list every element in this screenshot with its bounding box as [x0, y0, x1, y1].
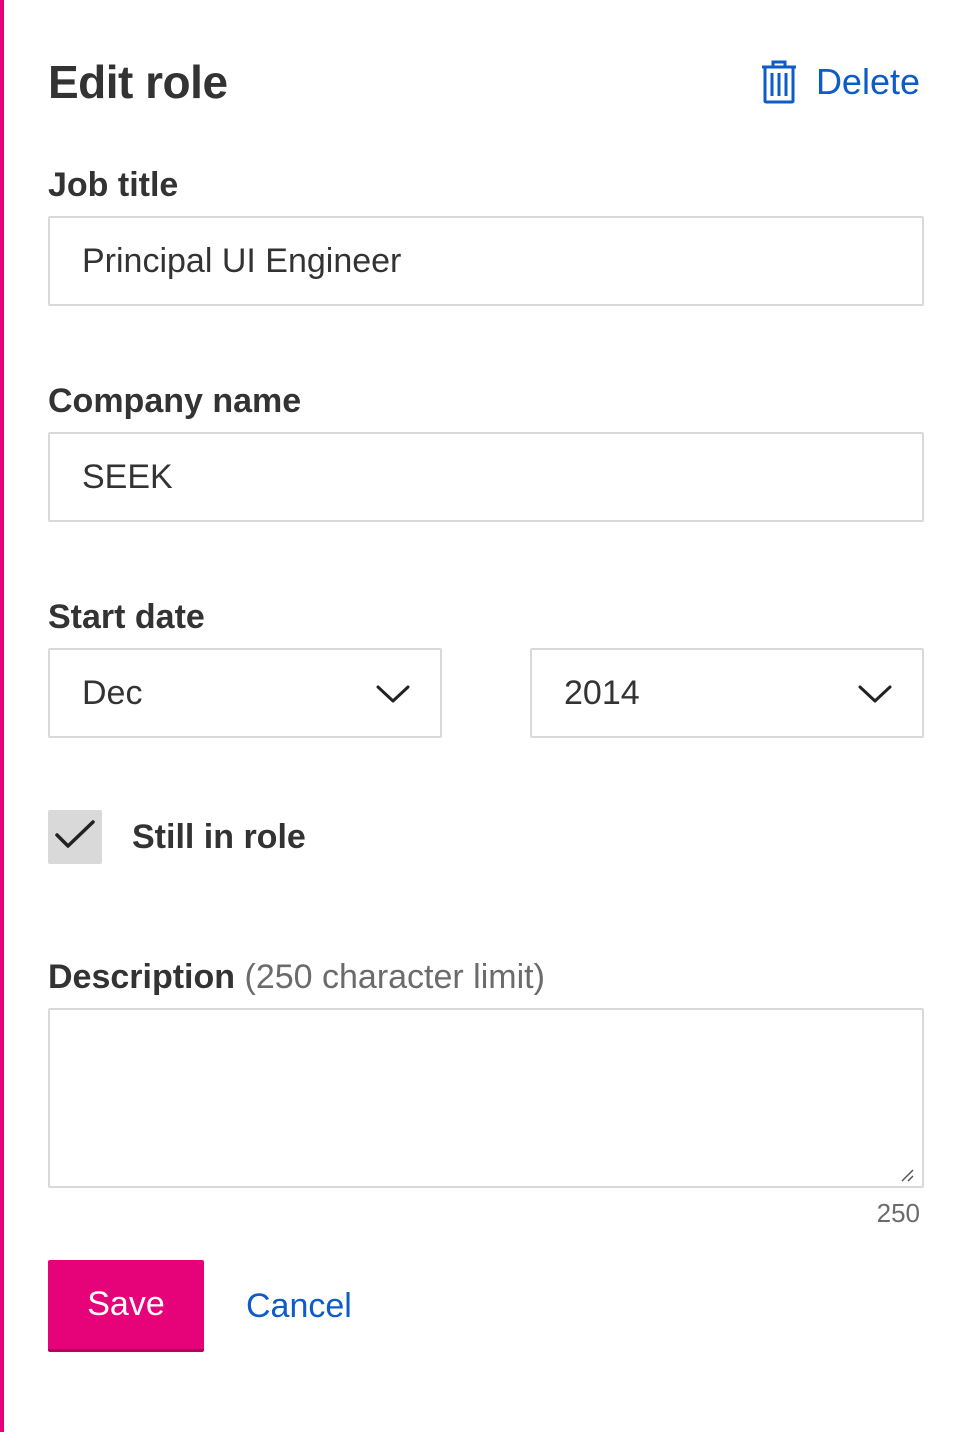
company-name-label: Company name	[48, 382, 302, 420]
edit-role-panel: Edit role Delete Job title Company name …	[0, 0, 960, 1432]
cancel-button[interactable]: Cancel	[246, 1287, 352, 1326]
chevron-down-icon	[376, 674, 410, 713]
save-button[interactable]: Save	[48, 1260, 204, 1352]
resize-handle-icon[interactable]	[900, 1168, 914, 1182]
still-in-role-checkbox[interactable]	[48, 810, 102, 864]
description-label: Description (250 character limit)	[48, 958, 545, 997]
company-name-input[interactable]	[48, 432, 924, 522]
form-actions: Save Cancel	[48, 1260, 352, 1352]
description-textarea[interactable]	[48, 1008, 924, 1188]
delete-button[interactable]: Delete	[760, 60, 920, 104]
page-title: Edit role	[48, 56, 228, 108]
chevron-down-icon	[858, 674, 892, 713]
description-limit-hint: (250 character limit)	[244, 958, 545, 996]
description-label-text: Description	[48, 958, 236, 996]
start-month-select[interactable]: Dec	[48, 648, 442, 738]
checkmark-icon	[53, 818, 97, 857]
start-year-select[interactable]: 2014	[530, 648, 924, 738]
header: Edit role Delete	[48, 54, 920, 110]
character-counter: 250	[876, 1198, 920, 1228]
job-title-input[interactable]	[48, 216, 924, 306]
start-date-label: Start date	[48, 598, 205, 636]
start-month-value: Dec	[82, 673, 143, 712]
still-in-role-row: Still in role	[48, 810, 306, 864]
trash-icon	[760, 60, 798, 104]
job-title-label: Job title	[48, 166, 179, 204]
delete-label: Delete	[815, 61, 920, 102]
still-in-role-label: Still in role	[132, 817, 306, 856]
start-year-value: 2014	[564, 673, 640, 712]
